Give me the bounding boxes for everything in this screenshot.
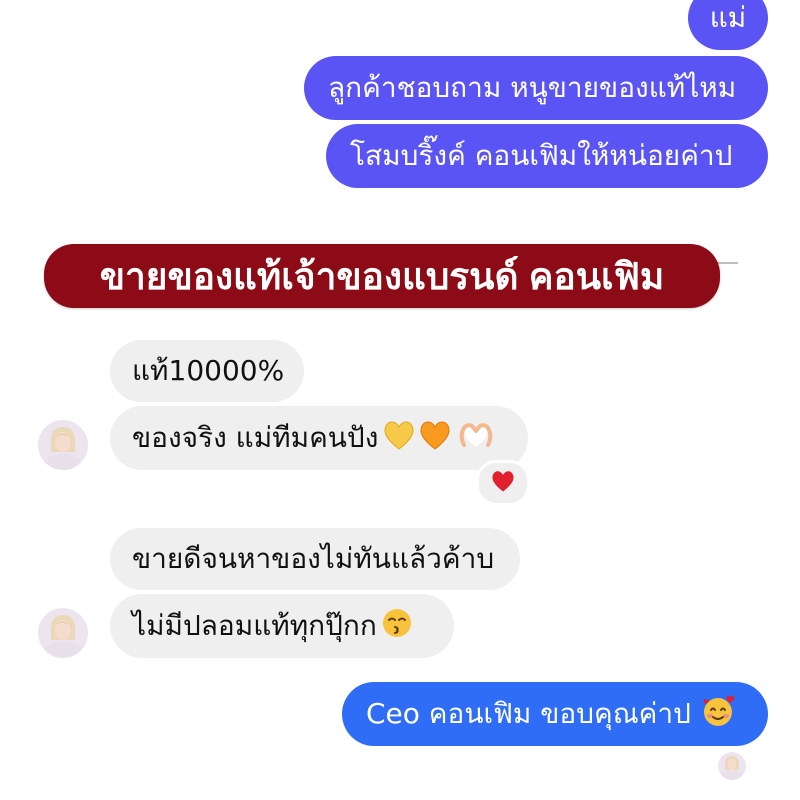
message-text: ของจริง แม่ทีมคนปัง	[132, 421, 379, 454]
incoming-message[interactable]: ไม่มีปลอมแท้ทุกปุ๊กก	[110, 594, 454, 658]
outgoing-message[interactable]: Ceo คอนเฟิม ขอบคุณค่าป	[342, 682, 768, 746]
outgoing-message[interactable]: ลูกค้าชอบถาม หนูขายของแท้ไหม	[304, 56, 768, 120]
message-text: Ceo คอนเฟิม ขอบคุณค่าป	[366, 697, 691, 730]
outgoing-message[interactable]: โสมบริ๊งค์ คอนเฟิมให้หน่อยค่าป	[326, 124, 768, 188]
message-text: โสมบริ๊งค์ คอนเฟิมให้หน่อยค่าป	[350, 139, 733, 172]
seen-avatar	[718, 752, 746, 780]
red-heart-icon	[490, 469, 516, 497]
yellow-heart-icon	[382, 419, 416, 458]
message-text: แท้10000%	[132, 354, 285, 387]
banner-text: ขายของแท้เจ้าของแบรนด์ คอนเฟิม	[99, 255, 665, 297]
sender-avatar[interactable]	[38, 420, 88, 470]
incoming-message[interactable]: ขายดีจนหาของไม่ทันแล้วค้าบ	[110, 528, 520, 590]
message-text: ไม่มีปลอมแท้ทุกปุ๊กก	[132, 609, 377, 642]
sender-avatar[interactable]	[38, 608, 88, 658]
kissing-face-icon	[381, 607, 413, 646]
outgoing-message[interactable]: แม่	[688, 0, 768, 50]
smiling-face-with-hearts-icon	[701, 694, 737, 735]
incoming-message[interactable]: ของจริง แม่ทีมคนปัง	[110, 406, 528, 470]
incoming-message[interactable]: แท้10000%	[110, 340, 304, 402]
heart-hands-icon	[458, 419, 494, 458]
message-text: ลูกค้าชอบถาม หนูขายของแท้ไหม	[328, 71, 737, 104]
message-text: ขายดีจนหาของไม่ทันแล้วค้าบ	[132, 542, 495, 575]
message-reaction[interactable]	[476, 460, 530, 506]
orange-heart-icon	[418, 419, 452, 458]
message-text: แม่	[709, 1, 747, 34]
promo-banner: ขายของแท้เจ้าของแบรนด์ คอนเฟิม	[44, 244, 720, 308]
